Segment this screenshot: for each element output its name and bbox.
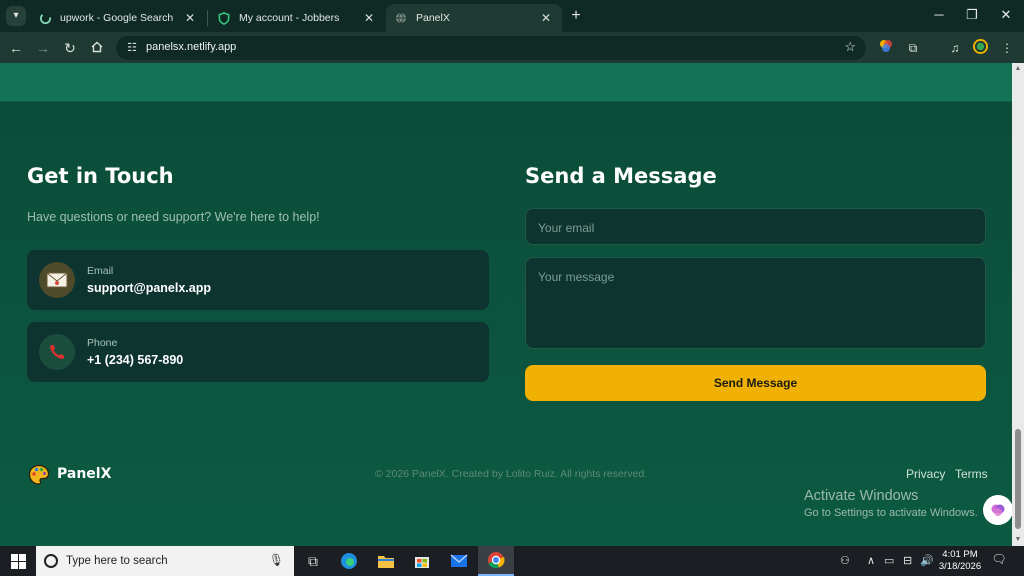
tab-upwork-search[interactable]: upwork - Google Search ✕ xyxy=(30,4,206,32)
chrome-browser-icon[interactable] xyxy=(478,546,514,576)
home-icon[interactable] xyxy=(86,37,108,59)
back-arrow-icon[interactable]: ← xyxy=(5,37,27,59)
minimize-icon[interactable]: ─ xyxy=(922,4,956,26)
close-window-icon[interactable]: ✕ xyxy=(989,4,1023,26)
browser-menu-icon[interactable]: ⋮ xyxy=(998,39,1016,57)
file-explorer-icon[interactable] xyxy=(368,546,404,576)
windows-start-icon[interactable] xyxy=(0,546,36,576)
volume-icon[interactable]: 🔊 xyxy=(920,554,934,567)
header-band xyxy=(0,63,1012,102)
email-label: Email xyxy=(87,265,114,277)
browser-tab-strip: ▾ upwork - Google Search ✕ My account - … xyxy=(0,0,1024,32)
brain-icon xyxy=(991,504,1005,516)
colorful-extension-icon[interactable] xyxy=(877,39,895,57)
tab-title: PanelX xyxy=(416,12,450,24)
page-scrollbar[interactable]: ▲ ▼ xyxy=(1012,63,1024,546)
phone-icon xyxy=(39,334,75,370)
scroll-down-arrow-icon[interactable]: ▼ xyxy=(1012,534,1024,546)
forward-arrow-icon[interactable]: → xyxy=(32,37,54,59)
email-contact-card: Email support@panelx.app xyxy=(27,250,489,310)
message-form-heading: Send a Message xyxy=(525,164,717,188)
site-info-icon[interactable]: ☷ xyxy=(124,40,140,56)
bookmark-star-icon[interactable]: ☆ xyxy=(844,39,856,55)
tab-title: My account - Jobbers xyxy=(239,12,340,24)
send-message-button[interactable]: Send Message xyxy=(525,365,986,401)
profile-avatar-icon[interactable] xyxy=(971,39,989,57)
mail-icon[interactable] xyxy=(441,546,477,576)
close-tab-icon[interactable]: ✕ xyxy=(538,10,554,26)
footer-link-terms[interactable]: Terms xyxy=(955,467,988,481)
battery-icon[interactable]: ▭ xyxy=(884,554,894,567)
phone-contact-card: Phone +1 (234) 567-890 xyxy=(27,322,489,382)
microsoft-store-icon[interactable] xyxy=(404,546,440,576)
tab-title: upwork - Google Search xyxy=(60,12,174,24)
activate-windows-subtitle: Go to Settings to activate Windows. xyxy=(804,507,978,519)
floating-brain-button[interactable] xyxy=(983,495,1012,525)
reload-icon[interactable]: ↻ xyxy=(59,37,81,59)
close-tab-icon[interactable]: ✕ xyxy=(182,10,198,26)
tab-divider xyxy=(207,10,208,26)
browser-toolbar: ← → ↻ ☷ panelsx.netlify.app ☆ ⧉ ♫ ⋮ xyxy=(0,32,1024,63)
taskbar-search-box[interactable]: Type here to search 🎙 xyxy=(36,546,294,576)
email-input[interactable]: Your email xyxy=(525,208,986,245)
phone-label: Phone xyxy=(87,337,118,349)
close-tab-icon[interactable]: ✕ xyxy=(361,10,377,26)
footer-copyright: © 2026 PanelX. Created by Lolito Ruiz. A… xyxy=(375,468,648,480)
envelope-icon xyxy=(39,262,75,298)
search-circle-icon xyxy=(44,554,58,568)
scroll-up-arrow-icon[interactable]: ▲ xyxy=(1012,63,1024,75)
taskbar-search-placeholder: Type here to search xyxy=(66,555,168,567)
page-viewport: Get in Touch Have questions or need supp… xyxy=(0,63,1012,546)
tab-jobbers-account[interactable]: My account - Jobbers ✕ xyxy=(209,4,385,32)
network-icon[interactable]: ⊟ xyxy=(903,554,912,567)
globe-icon xyxy=(394,11,408,25)
footer-link-privacy[interactable]: Privacy xyxy=(906,467,945,481)
people-icon[interactable]: ⚇ xyxy=(840,554,850,567)
jobbers-shield-icon xyxy=(217,11,231,25)
email-placeholder: Your email xyxy=(538,221,595,235)
tab-panelx[interactable]: PanelX ✕ xyxy=(386,4,562,32)
message-textarea[interactable]: Your message xyxy=(525,257,986,349)
email-value: support@panelx.app xyxy=(87,281,212,295)
palette-logo-icon[interactable] xyxy=(28,464,50,486)
google-loading-icon xyxy=(38,11,52,25)
windows-taskbar: Type here to search 🎙 ⧉ ⚇ ∧ ▭ ⊟ 🔊 4:01 P… xyxy=(0,546,1024,576)
show-hidden-icons-chevron[interactable]: ∧ xyxy=(867,554,875,567)
scrollbar-thumb[interactable] xyxy=(1015,429,1021,529)
edge-browser-icon[interactable] xyxy=(331,546,367,576)
clock-date: 3/18/2026 xyxy=(938,561,982,572)
footer-brand[interactable]: PanelX xyxy=(57,466,111,482)
microphone-icon[interactable]: 🎙 xyxy=(269,553,284,567)
activate-windows-title: Activate Windows xyxy=(804,488,919,504)
address-bar[interactable]: ☷ panelsx.netlify.app ☆ xyxy=(116,36,866,60)
message-placeholder: Your message xyxy=(538,270,615,284)
contact-subtitle: Have questions or need support? We're he… xyxy=(27,210,320,224)
task-view-icon[interactable]: ⧉ xyxy=(295,546,331,576)
notification-center-icon[interactable]: 🗨 xyxy=(990,552,1008,568)
system-clock[interactable]: 4:01 PM 3/18/2026 xyxy=(936,549,984,573)
tab-search-button[interactable]: ▾ xyxy=(6,6,26,26)
contact-heading: Get in Touch xyxy=(27,164,174,188)
media-control-icon[interactable]: ♫ xyxy=(946,39,964,57)
extensions-puzzle-icon[interactable]: ⧉ xyxy=(904,39,922,57)
new-tab-button[interactable]: + xyxy=(566,6,586,26)
restore-icon[interactable]: ❐ xyxy=(955,4,989,26)
phone-value: +1 (234) 567-890 xyxy=(87,353,184,367)
clock-time: 4:01 PM xyxy=(942,549,978,560)
url-text: panelsx.netlify.app xyxy=(146,41,237,53)
